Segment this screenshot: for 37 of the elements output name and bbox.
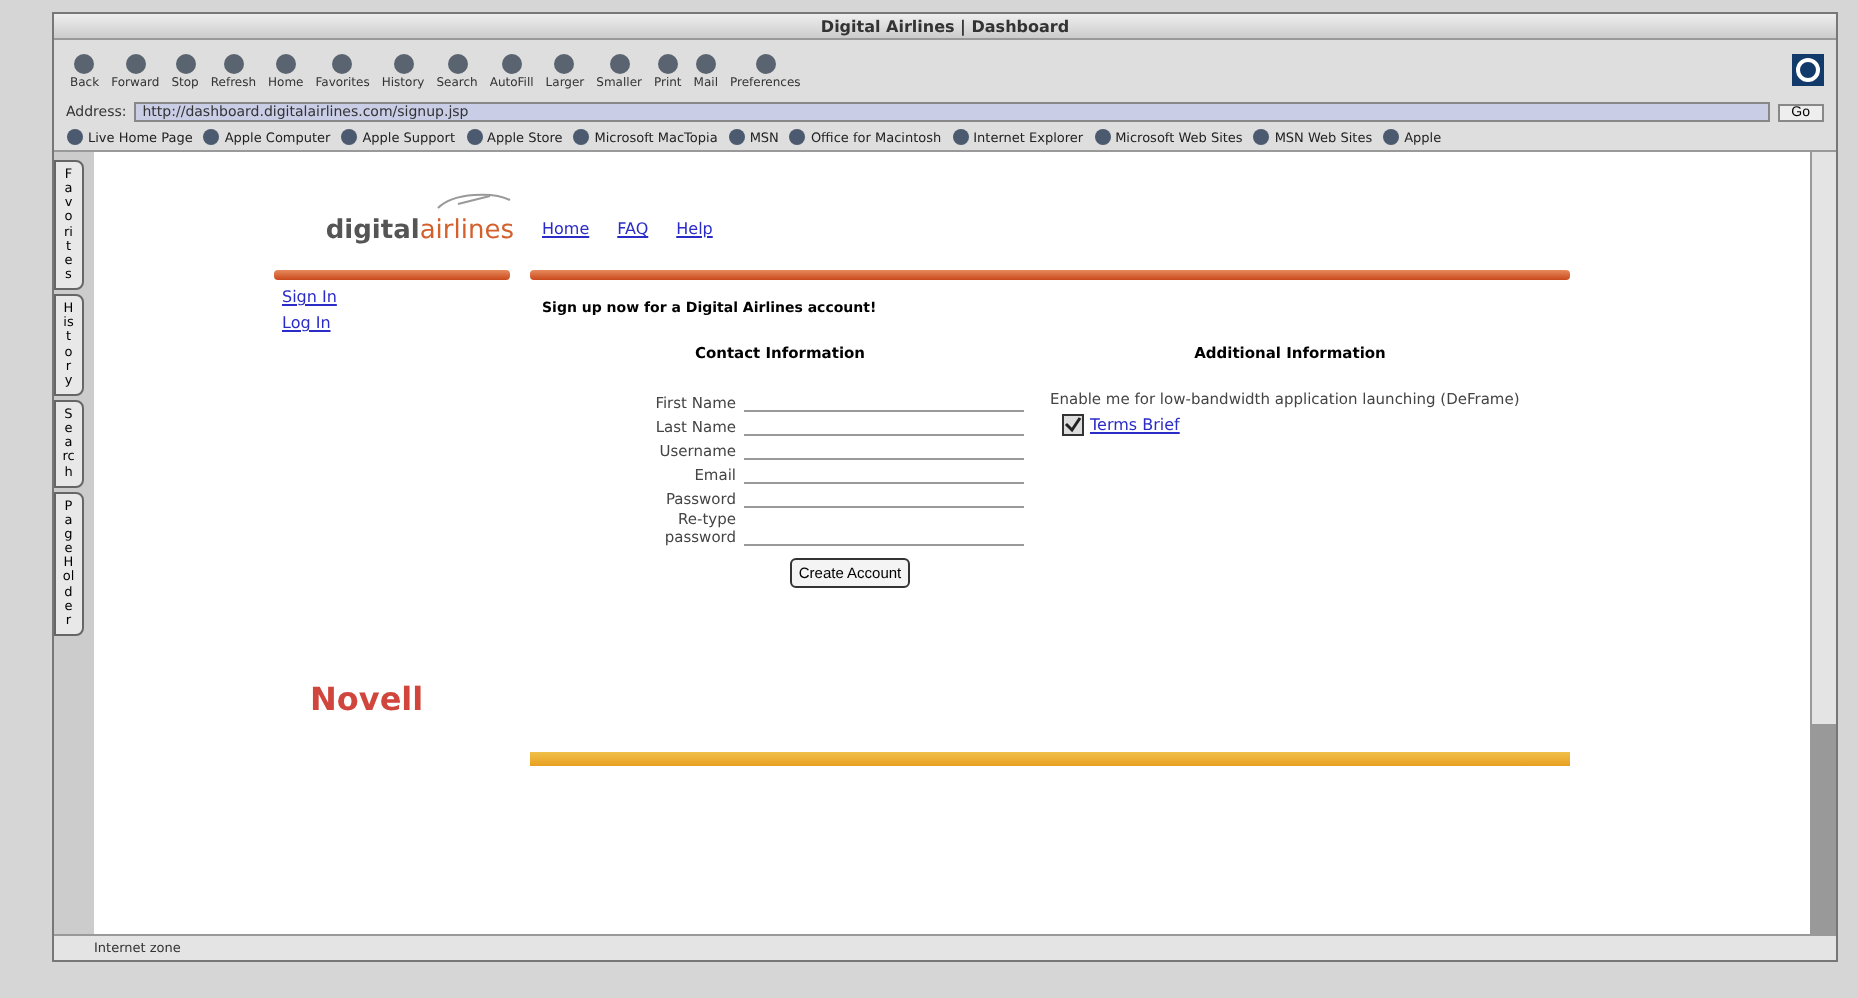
globe-icon — [727, 128, 746, 146]
globe-icon — [465, 128, 483, 146]
side-link[interactable]: Sign In — [274, 288, 510, 306]
globe-icon — [1093, 128, 1112, 146]
checkbox[interactable] — [1062, 414, 1084, 436]
option-link[interactable]: Terms Brief — [1090, 416, 1180, 434]
circle-icon — [330, 51, 355, 75]
nav-link[interactable]: Home — [542, 220, 590, 238]
globe-icon — [66, 128, 84, 146]
circle-icon — [655, 51, 680, 75]
globe-icon — [1792, 54, 1824, 86]
scroll-bar[interactable] — [1810, 152, 1836, 934]
globe-icon — [1252, 128, 1271, 146]
circle-icon — [72, 51, 97, 75]
globe-icon — [788, 128, 807, 146]
circle-icon — [391, 51, 416, 75]
circle-icon — [607, 51, 632, 75]
side-link[interactable]: Log In — [274, 314, 510, 332]
globe-icon — [1382, 128, 1401, 146]
globe-icon — [340, 128, 359, 146]
circle-icon — [552, 51, 577, 75]
window-title: Digital Airlines | Dashboard — [820, 17, 1070, 35]
circle-icon — [693, 51, 718, 75]
globe-icon — [202, 128, 221, 146]
circle-icon — [273, 51, 298, 75]
circle-icon — [123, 51, 148, 75]
circle-icon — [753, 51, 778, 75]
nav-link[interactable]: FAQ — [617, 220, 649, 238]
nav-link[interactable]: Help — [676, 220, 713, 238]
globe-icon — [951, 128, 970, 146]
logo: digitalairlines — [274, 188, 514, 246]
circle-icon — [173, 51, 198, 75]
novell-logo: Novell — [308, 680, 426, 718]
circle-icon — [221, 51, 246, 75]
circle-icon — [499, 51, 524, 75]
globe-icon — [572, 128, 591, 146]
circle-icon — [445, 51, 470, 75]
